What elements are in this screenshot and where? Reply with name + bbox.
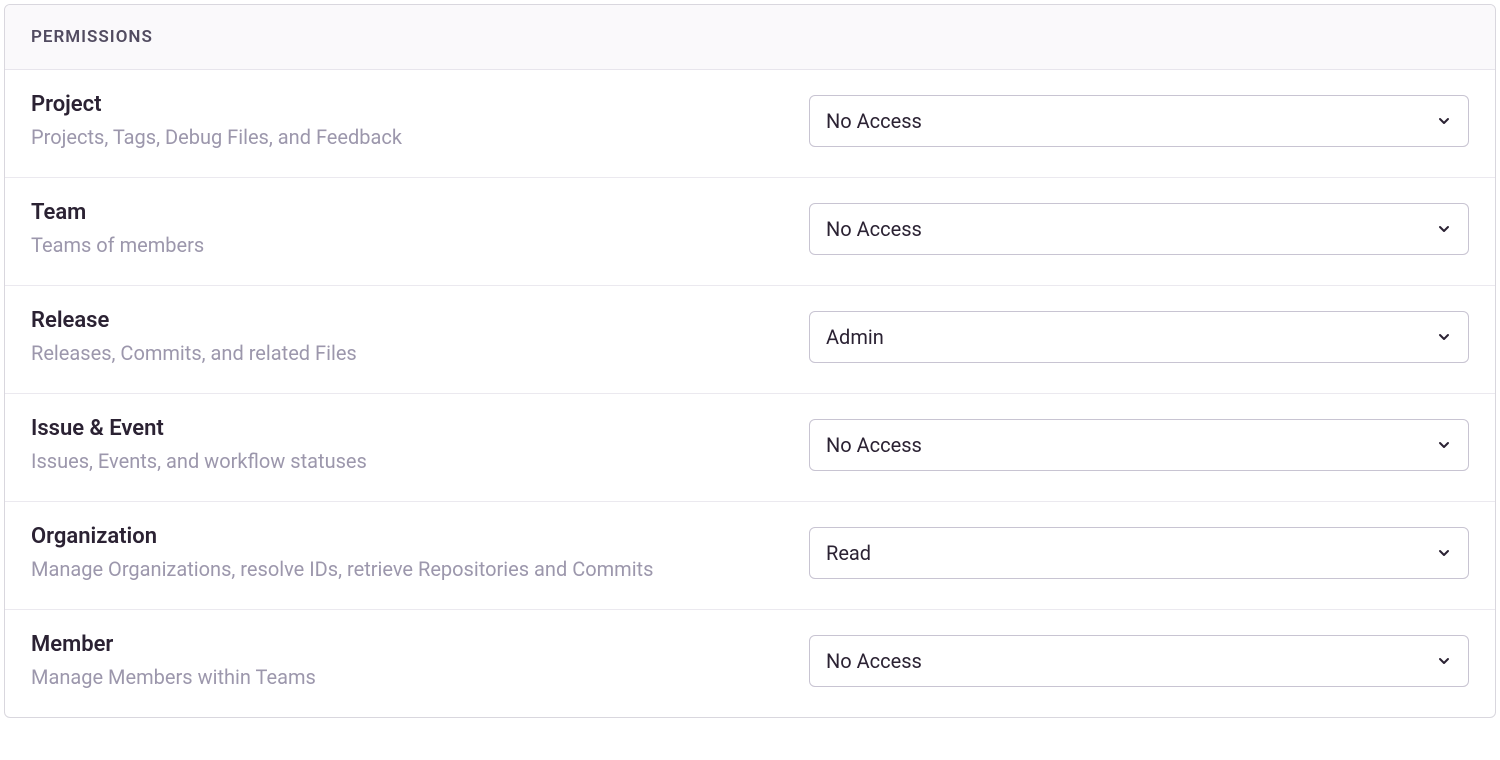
- permission-select-wrapper: No AccessReadWriteAdmin: [809, 203, 1469, 255]
- permission-description: Manage Organizations, resolve IDs, retri…: [31, 557, 769, 581]
- permission-description: Issues, Events, and workflow statuses: [31, 449, 769, 473]
- permission-title: Release: [31, 308, 769, 333]
- permission-select-release[interactable]: No AccessReadWriteAdmin: [809, 311, 1469, 363]
- permission-select-wrapper: No AccessReadWriteAdmin: [809, 95, 1469, 147]
- panel-header-title: PERMISSIONS: [31, 27, 1469, 47]
- permission-row-issue-event: Issue & Event Issues, Events, and workflo…: [5, 394, 1495, 502]
- permission-info: Organization Manage Organizations, resolv…: [31, 524, 809, 581]
- permission-row-project: Project Projects, Tags, Debug Files, and …: [5, 70, 1495, 178]
- permission-info: Member Manage Members within Teams: [31, 632, 809, 689]
- permission-select-member[interactable]: No AccessReadWriteAdmin: [809, 635, 1469, 687]
- permission-row-organization: Organization Manage Organizations, resolv…: [5, 502, 1495, 610]
- permission-select-wrapper: No AccessReadWriteAdmin: [809, 311, 1469, 363]
- permission-select-organization[interactable]: No AccessReadWriteAdmin: [809, 527, 1469, 579]
- permission-title: Project: [31, 92, 769, 117]
- permission-title: Member: [31, 632, 769, 657]
- permission-description: Projects, Tags, Debug Files, and Feedbac…: [31, 125, 769, 149]
- permission-select-wrapper: No AccessReadWriteAdmin: [809, 419, 1469, 471]
- permission-select-wrapper: No AccessReadWriteAdmin: [809, 635, 1469, 687]
- permission-row-member: Member Manage Members within Teams No Acce…: [5, 610, 1495, 717]
- permission-description: Releases, Commits, and related Files: [31, 341, 769, 365]
- permission-title: Organization: [31, 524, 769, 549]
- panel-header: PERMISSIONS: [5, 5, 1495, 70]
- permission-description: Teams of members: [31, 233, 769, 257]
- permission-select-team[interactable]: No AccessReadWriteAdmin: [809, 203, 1469, 255]
- permission-row-team: Team Teams of members No AccessReadWriteAd…: [5, 178, 1495, 286]
- permission-row-release: Release Releases, Commits, and related Fi…: [5, 286, 1495, 394]
- permission-select-project[interactable]: No AccessReadWriteAdmin: [809, 95, 1469, 147]
- permission-info: Team Teams of members: [31, 200, 809, 257]
- permission-info: Issue & Event Issues, Events, and workflo…: [31, 416, 809, 473]
- permissions-panel: PERMISSIONS Project Projects, Tags, Debug…: [4, 4, 1496, 718]
- permission-select-issue-event[interactable]: No AccessReadWriteAdmin: [809, 419, 1469, 471]
- permissions-list: Project Projects, Tags, Debug Files, and …: [5, 70, 1495, 717]
- permission-title: Issue & Event: [31, 416, 769, 441]
- permission-description: Manage Members within Teams: [31, 665, 769, 689]
- permission-select-wrapper: No AccessReadWriteAdmin: [809, 527, 1469, 579]
- permission-title: Team: [31, 200, 769, 225]
- permission-info: Project Projects, Tags, Debug Files, and …: [31, 92, 809, 149]
- permission-info: Release Releases, Commits, and related Fi…: [31, 308, 809, 365]
